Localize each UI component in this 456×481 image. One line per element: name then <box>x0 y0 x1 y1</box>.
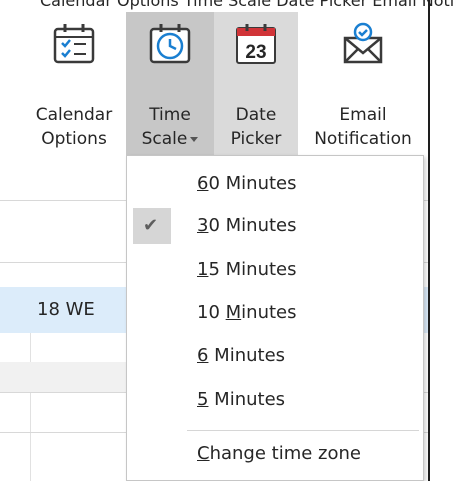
date-picker-icon: 23 <box>234 22 278 66</box>
partial-text: Calendar Options Time Scale Date Picker … <box>40 0 456 10</box>
menu-item-label: 15 Minutes <box>197 259 297 280</box>
time-scale-menu: 60 Minutes ✔ 30 Minutes 15 Minutes 10 Mi… <box>126 155 424 481</box>
ribbon: Calendar Options Time Scale 23 Date Pick… <box>0 12 456 162</box>
menu-item-label: 5 Minutes <box>197 389 286 410</box>
checkmark-icon: ✔ <box>143 215 159 236</box>
menu-item-5-minutes[interactable]: 5 Minutes <box>127 380 423 420</box>
calendar-day-label: 18 WE <box>37 299 95 320</box>
calendar-column-line <box>30 333 31 481</box>
time-scale-label-2: Scale <box>126 128 214 150</box>
menu-item-6-minutes[interactable]: 6 Minutes <box>127 336 423 376</box>
checked-indicator: ✔ <box>133 208 171 244</box>
calendar-time-slot[interactable] <box>0 362 128 392</box>
menu-item-label: 10 Minutes <box>197 302 297 323</box>
menu-item-label: 30 Minutes <box>197 215 297 236</box>
menu-item-15-minutes[interactable]: 15 Minutes <box>127 250 423 290</box>
email-notification-button[interactable]: Email Notification <box>298 12 428 162</box>
menu-item-change-time-zone[interactable]: Change time zone <box>127 434 423 474</box>
top-partial-row: Calendar Options Time Scale Date Picker … <box>0 0 456 12</box>
calendar-options-label-2: Options <box>41 129 107 149</box>
menu-item-10-minutes[interactable]: 10 Minutes <box>127 293 423 333</box>
calendar-options-icon <box>52 22 96 66</box>
date-picker-label-2: Picker <box>230 129 282 149</box>
time-scale-button[interactable]: Time Scale <box>126 12 214 162</box>
window-border <box>428 0 430 481</box>
menu-separator <box>187 430 419 431</box>
outlook-window: Calendar Options Time Scale Date Picker … <box>0 0 456 481</box>
date-icon-number: 23 <box>245 42 266 63</box>
email-notification-icon <box>341 22 385 66</box>
calendar-options-button[interactable]: Calendar Options <box>22 12 126 162</box>
menu-item-label: Change time zone <box>197 443 361 464</box>
menu-item-60-minutes[interactable]: 60 Minutes <box>127 164 423 204</box>
menu-item-30-minutes[interactable]: ✔ 30 Minutes <box>127 206 423 246</box>
email-notification-label-2: Notification <box>314 129 412 149</box>
date-picker-button[interactable]: 23 Date Picker <box>214 12 298 162</box>
menu-item-label: 6 Minutes <box>197 345 286 366</box>
time-scale-label-text: Scale <box>141 129 188 149</box>
time-scale-label-1: Time <box>149 105 191 125</box>
clock-icon <box>148 22 192 66</box>
email-notification-label-1: Email <box>339 105 387 125</box>
dropdown-caret-icon <box>190 136 199 142</box>
menu-item-label: 60 Minutes <box>197 173 297 194</box>
date-picker-label-1: Date <box>235 105 277 125</box>
calendar-options-label-1: Calendar <box>35 105 113 125</box>
